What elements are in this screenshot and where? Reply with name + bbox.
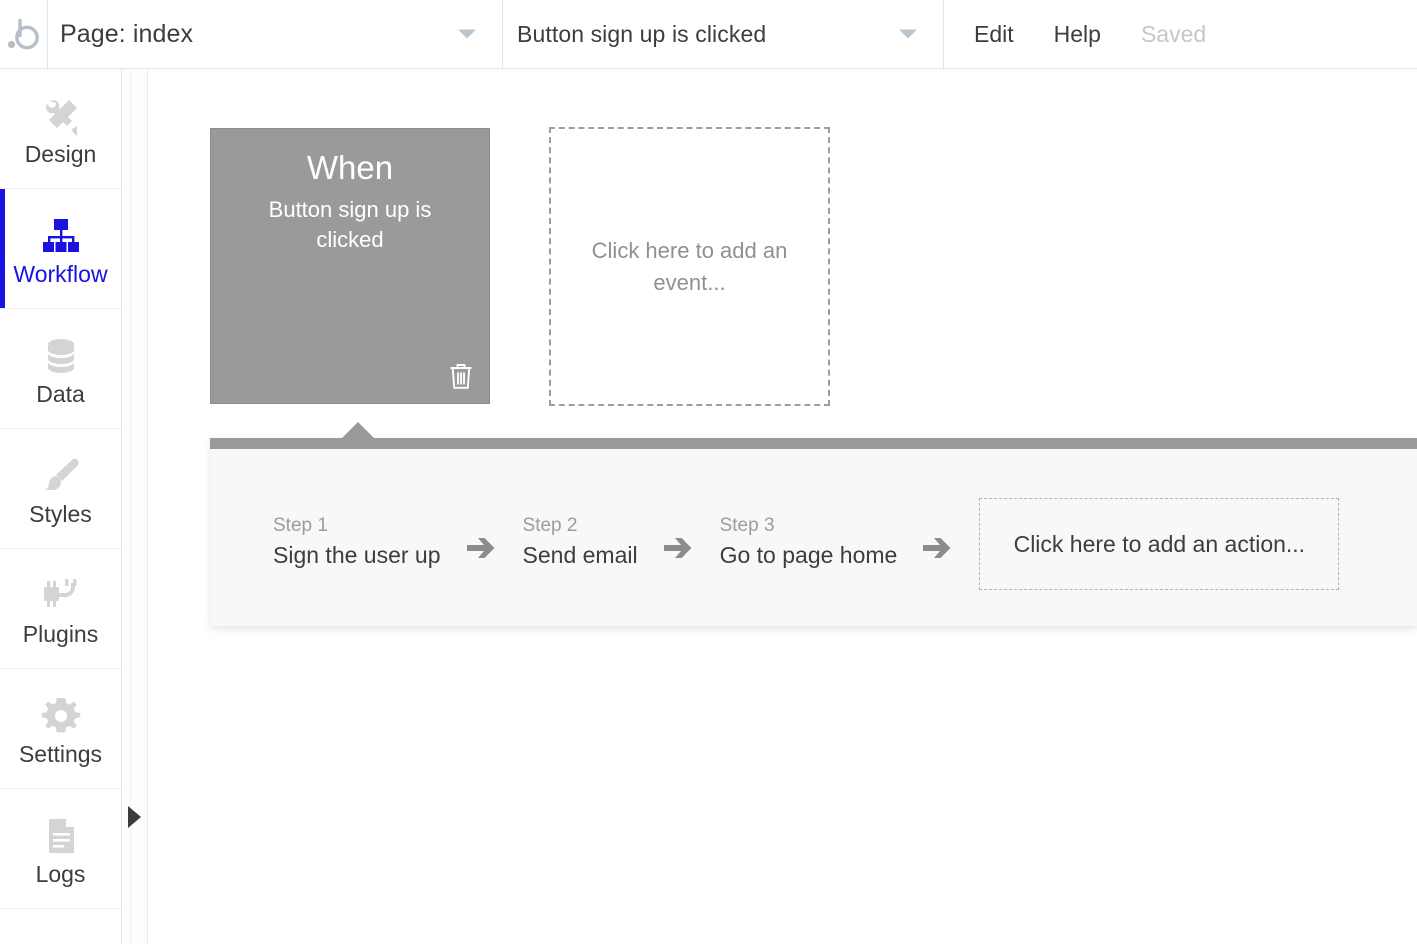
document-icon	[37, 811, 85, 861]
gear-icon	[37, 691, 85, 741]
bubble-logo-icon	[7, 18, 39, 50]
left-sidebar: Design Workflow Data Styles Plugins Sett…	[0, 69, 122, 944]
page-selector-label: Page: index	[60, 19, 194, 48]
step-name: Sign the user up	[273, 542, 441, 568]
design-tools-icon	[37, 91, 85, 141]
sidebar-item-label: Design	[24, 141, 97, 167]
top-bar-menu: Edit Help Saved	[944, 0, 1417, 68]
top-bar: Page: index Button sign up is clicked Ed…	[0, 0, 1417, 69]
workflow-tree-icon	[37, 211, 85, 261]
sidebar-item-label: Workflow	[13, 261, 108, 287]
step-name: Go to page home	[719, 542, 898, 568]
app-logo[interactable]	[0, 0, 48, 68]
sidebar-item-styles[interactable]: Styles	[0, 429, 121, 549]
add-event-placeholder[interactable]: Click here to add an event...	[549, 127, 830, 406]
add-event-label: Click here to add an event...	[591, 238, 788, 295]
bubble-editor-window: Page: index Button sign up is clicked Ed…	[0, 0, 1417, 944]
step-name: Send email	[522, 542, 638, 568]
plug-icon	[37, 571, 85, 621]
sidebar-item-design[interactable]: Design	[0, 69, 121, 189]
edit-menu-item[interactable]: Edit	[974, 21, 1014, 48]
arrow-right-icon	[923, 535, 953, 561]
sidebar-item-settings[interactable]: Settings	[0, 669, 121, 789]
help-menu-item[interactable]: Help	[1054, 21, 1101, 48]
step-number: Step 1	[273, 515, 328, 537]
sidebar-item-workflow[interactable]: Workflow	[0, 189, 121, 309]
sidebar-item-label: Logs	[35, 861, 86, 887]
event-selector[interactable]: Button sign up is clicked	[503, 0, 944, 68]
workflow-canvas: When Button sign up is clicked Click her…	[148, 69, 1417, 944]
sidebar-item-label: Data	[36, 381, 85, 407]
panel-pointer	[341, 422, 375, 439]
workflow-step-1[interactable]: Step 1 Sign the user up	[273, 514, 441, 570]
sidebar-item-label: Settings	[18, 741, 103, 767]
sidebar-item-label: Styles	[29, 501, 92, 527]
sidebar-item-data[interactable]: Data	[0, 309, 121, 429]
event-card-title: When	[306, 149, 394, 186]
workflow-event-card[interactable]: When Button sign up is clicked	[210, 128, 490, 404]
sidebar-item-logs[interactable]: Logs	[0, 789, 121, 909]
add-action-label: Click here to add an action...	[1013, 530, 1306, 557]
step-number: Step 3	[719, 515, 775, 537]
workflow-actions-panel: Step 1 Sign the user up Step 2 Send emai…	[210, 422, 1417, 626]
chevron-down-icon	[458, 29, 476, 39]
trash-icon[interactable]	[447, 361, 475, 391]
save-status-label: Saved	[1140, 20, 1207, 47]
page-selector[interactable]: Page: index	[48, 0, 503, 68]
panel-top-bar	[210, 438, 1417, 449]
database-icon	[37, 331, 85, 381]
arrow-right-icon	[663, 535, 694, 561]
workflow-step-3[interactable]: Step 3 Go to page home	[720, 514, 898, 570]
sidebar-item-plugins[interactable]: Plugins	[0, 549, 121, 669]
workflow-step-2[interactable]: Step 2 Send email	[523, 514, 638, 570]
step-number: Step 2	[522, 515, 578, 537]
event-card-subtitle: Button sign up is clicked	[268, 196, 432, 252]
collapsed-panel-strip	[122, 69, 148, 944]
chevron-down-icon	[899, 29, 917, 39]
paintbrush-icon	[37, 451, 85, 501]
expand-panel-arrow-icon[interactable]	[128, 806, 141, 828]
sidebar-item-label: Plugins	[22, 621, 99, 647]
event-selector-label: Button sign up is clicked	[517, 20, 767, 47]
workflow-steps-row: Step 1 Sign the user up Step 2 Send emai…	[210, 494, 1417, 590]
add-action-placeholder[interactable]: Click here to add an action...	[979, 498, 1340, 590]
arrow-right-icon	[466, 535, 497, 561]
